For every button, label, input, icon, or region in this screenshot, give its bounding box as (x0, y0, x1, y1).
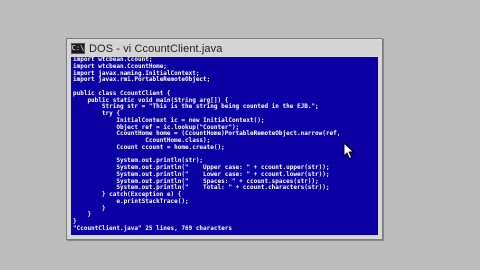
code-line[interactable]: Ccount ccount = home.create(); (71, 144, 378, 152)
system-menu-glyph: C:\ (71, 44, 85, 52)
dos-window[interactable]: C:\ DOS - vi CcountClient.java import wt… (66, 38, 383, 240)
code-line[interactable]: import javax.rmi.PortableRemoteObject; (71, 76, 378, 84)
code-line[interactable]: e.printStackTrace(); (71, 198, 378, 206)
system-menu-icon[interactable]: C:\ (71, 43, 85, 54)
code-line[interactable]: } (71, 211, 378, 219)
code-line[interactable]: } (71, 205, 378, 213)
status-line: "CcountClient.java" 25 lines, 769 charac… (73, 224, 232, 232)
window-title: DOS - vi CcountClient.java (89, 42, 223, 55)
title-bar[interactable]: C:\ DOS - vi CcountClient.java (69, 41, 380, 56)
mouse-pointer-icon (343, 142, 354, 159)
console-area[interactable]: import wtcbean.Ccount; import wtcbean.Cco… (71, 57, 378, 235)
